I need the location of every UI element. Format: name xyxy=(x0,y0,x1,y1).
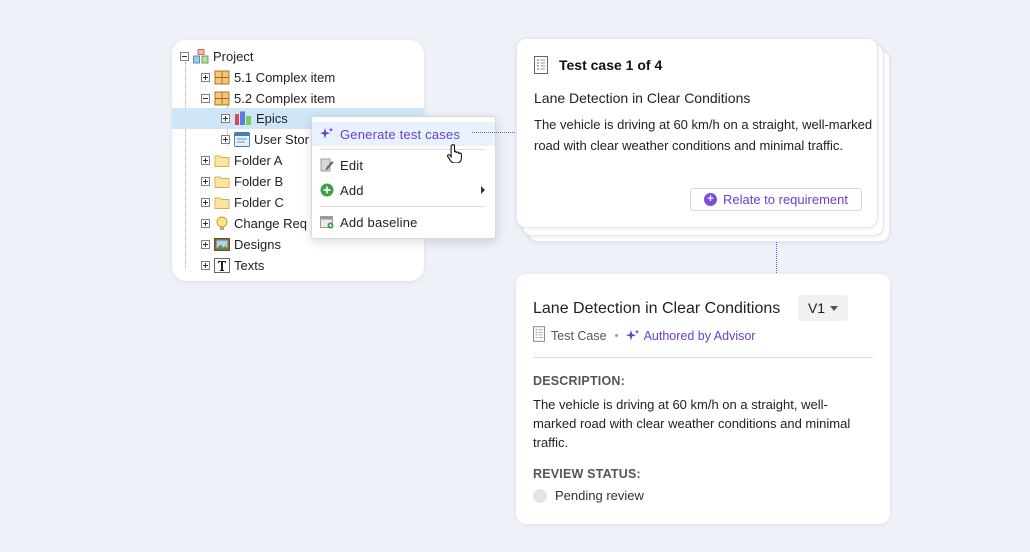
menu-item-label: Add xyxy=(340,182,364,198)
expand-icon[interactable] xyxy=(201,73,210,82)
review-status-label: REVIEW STATUS: xyxy=(533,467,641,481)
menu-item-label: Generate test cases xyxy=(340,126,461,142)
tree-node-change-requests[interactable]: Change Req xyxy=(201,213,307,234)
tree-node-project[interactable]: Project xyxy=(180,46,253,67)
complex-item-icon xyxy=(214,91,230,106)
tree-node-label: User Stor xyxy=(254,132,309,147)
tree-guide-line xyxy=(185,62,186,268)
relate-button-label: Relate to requirement xyxy=(722,192,848,207)
tree-node-label: Folder C xyxy=(234,195,284,210)
tree-node-label: Folder B xyxy=(234,174,284,189)
author-badge: Authored by Advisor xyxy=(625,328,756,343)
collapse-icon[interactable] xyxy=(180,52,189,61)
menu-item-edit[interactable]: Edit xyxy=(312,153,495,177)
divider xyxy=(533,357,873,358)
expand-icon[interactable] xyxy=(201,219,210,228)
tree-node-folder-a[interactable]: Folder A xyxy=(201,150,282,171)
tree-node-designs[interactable]: Designs xyxy=(201,234,281,255)
add-icon xyxy=(320,183,334,197)
user-story-icon xyxy=(234,132,250,147)
expand-icon[interactable] xyxy=(201,198,210,207)
test-case-icon xyxy=(534,56,548,79)
tree-node-label: 5.2 Complex item xyxy=(234,91,336,106)
tree-node-user-stories[interactable]: User Stor xyxy=(221,129,309,150)
baseline-icon xyxy=(320,215,334,229)
item-type-label: Test Case xyxy=(551,328,607,343)
context-menu: Generate test cases Edit Add Add baselin… xyxy=(311,116,496,239)
tree-node-label: Change Req xyxy=(234,216,307,231)
tree-node-label: Project xyxy=(213,49,254,64)
menu-item-generate-test-cases[interactable]: Generate test cases xyxy=(312,122,495,146)
expand-icon[interactable] xyxy=(201,156,210,165)
hand-cursor-icon xyxy=(446,143,465,168)
tree-node-label: Epics xyxy=(256,111,288,126)
tree-node-5-1-complex-item[interactable]: 5.1 Complex item xyxy=(201,67,335,88)
expand-icon[interactable] xyxy=(201,261,210,270)
status-circle-icon xyxy=(533,488,547,503)
expand-icon[interactable] xyxy=(201,177,210,186)
detail-title: Lane Detection in Clear Conditions xyxy=(533,300,781,317)
text-icon xyxy=(214,258,230,273)
lightbulb-icon xyxy=(214,216,230,231)
tree-node-label: 5.1 Complex item xyxy=(234,70,336,85)
menu-separator xyxy=(320,206,485,207)
expand-icon[interactable] xyxy=(201,240,210,249)
plus-circle-icon: + xyxy=(703,193,717,206)
menu-item-add[interactable]: Add xyxy=(312,178,495,202)
tree-node-label: Texts xyxy=(234,258,265,273)
collapse-icon[interactable] xyxy=(201,94,210,103)
review-status: Pending review xyxy=(533,488,644,503)
sparkle-icon xyxy=(625,329,640,343)
tree-node-folder-b[interactable]: Folder B xyxy=(201,171,283,192)
detail-meta: Test Case Authored by Advisor xyxy=(533,326,755,345)
sparkle-icon xyxy=(320,127,334,141)
tree-node-folder-c[interactable]: Folder C xyxy=(201,192,284,213)
tree-node-5-2-complex-item[interactable]: 5.2 Complex item xyxy=(201,88,335,109)
expand-icon[interactable] xyxy=(221,135,230,144)
test-case-counter-title: Test case 1 of 4 xyxy=(559,57,663,73)
project-icon xyxy=(193,49,209,64)
chevron-down-icon xyxy=(830,305,839,311)
menu-item-label: Edit xyxy=(340,157,364,173)
separator-dot xyxy=(614,334,618,337)
submenu-arrow-icon xyxy=(481,186,485,194)
image-icon xyxy=(214,237,230,252)
author-label: Authored by Advisor xyxy=(643,328,756,343)
version-dropdown[interactable]: V1 xyxy=(798,295,848,321)
expand-icon[interactable] xyxy=(221,114,230,123)
tree-node-label: Folder A xyxy=(234,153,283,168)
folder-icon xyxy=(214,174,230,189)
tree-node-label: Designs xyxy=(234,237,281,252)
test-case-name: Lane Detection in Clear Conditions xyxy=(534,90,751,106)
test-case-card[interactable]: Test case 1 of 4 Lane Detection in Clear… xyxy=(516,38,878,228)
menu-item-add-baseline[interactable]: Add baseline xyxy=(312,210,495,234)
version-label: V1 xyxy=(807,300,826,316)
detail-description: The vehicle is driving at 60 km/h on a s… xyxy=(533,397,851,450)
test-case-icon xyxy=(533,326,545,345)
menu-item-label: Add baseline xyxy=(340,214,418,230)
epics-icon xyxy=(234,111,252,126)
test-case-description: The vehicle is driving at 60 km/h on a s… xyxy=(534,117,873,153)
folder-icon xyxy=(214,195,230,210)
complex-item-icon xyxy=(214,70,230,85)
relate-to-requirement-button[interactable]: + Relate to requirement xyxy=(690,188,862,211)
edit-icon xyxy=(320,158,334,172)
review-status-value: Pending review xyxy=(555,488,644,503)
tree-node-texts[interactable]: Texts xyxy=(201,255,264,276)
folder-icon xyxy=(214,153,230,168)
test-case-detail-card: Lane Detection in Clear Conditions V1 Te… xyxy=(516,274,890,524)
description-label: DESCRIPTION: xyxy=(533,374,625,388)
